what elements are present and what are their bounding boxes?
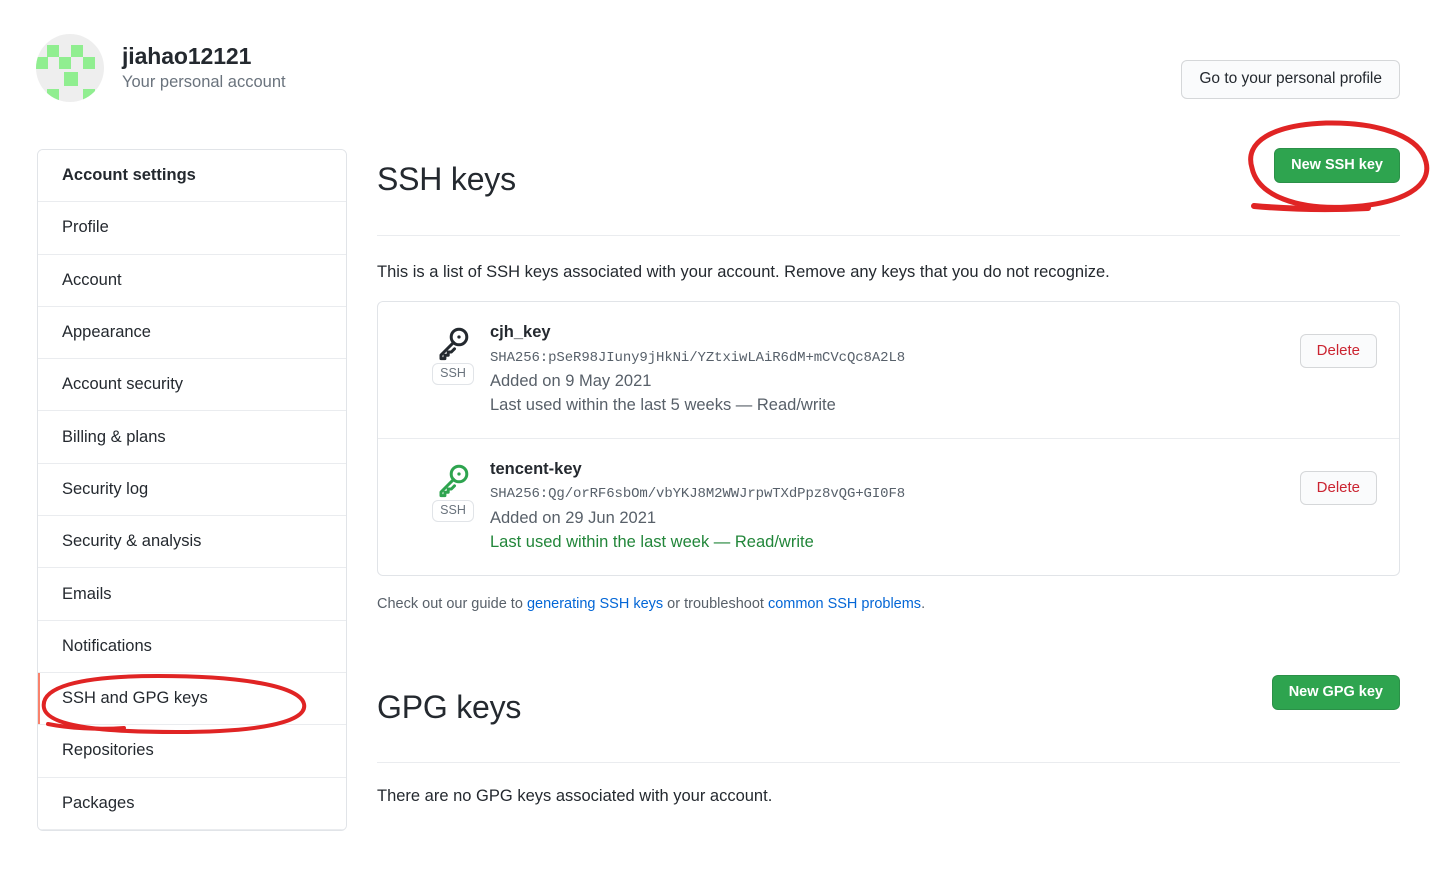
help-text-middle: or troubleshoot [663, 596, 768, 612]
ssh-key-fingerprint: SHA256:Qg/orRF6sbOm/vbYKJ8M2WWJrpwTXdPpz… [490, 484, 1300, 504]
sidebar-item-billing-and-plans[interactable]: Billing & plans [38, 411, 346, 463]
sidebar-item-label: Repositories [62, 741, 154, 760]
account-header: jiahao12121 Your personal account [36, 34, 286, 102]
sidebar-item-security-and-analysis[interactable]: Security & analysis [38, 516, 346, 568]
sidebar-item-appearance[interactable]: Appearance [38, 307, 346, 359]
gpg-keys-section: GPG keys New GPG key There are no GPG ke… [377, 667, 1400, 806]
key-icon [435, 325, 471, 361]
ssh-key-fingerprint: SHA256:pSeR98JIuny9jHkNi/YZtxiwLAiR6dM+m… [490, 348, 1300, 368]
ssh-key-name: tencent-key [490, 459, 1300, 480]
ssh-key-details: tencent-key SHA256:Qg/orRF6sbOm/vbYKJ8M2W… [484, 459, 1300, 555]
identicon-avatar [36, 34, 104, 102]
ssh-protocol-tag: SSH [432, 363, 474, 385]
ssh-keys-help-text: Check out our guide to generating SSH ke… [377, 594, 1400, 616]
sidebar-item-account-settings[interactable]: Account settings [38, 150, 346, 202]
help-text-suffix: . [921, 596, 925, 612]
key-icon [435, 462, 471, 498]
sidebar-item-label: Profile [62, 218, 109, 237]
ssh-key-last-used: Last used within the last 5 weeks — Read… [490, 394, 1300, 418]
sidebar-item-account[interactable]: Account [38, 255, 346, 307]
delete-ssh-key-button[interactable]: Delete [1300, 471, 1377, 505]
ssh-key-row: SSH tencent-key SHA256:Qg/orRF6sbOm/vbYKJ8… [378, 439, 1399, 575]
account-settings-sidebar: Account settings Profile Account Appearance… [37, 149, 347, 831]
sidebar-item-label: Emails [62, 585, 112, 604]
account-username: jiahao12121 [122, 43, 286, 71]
sidebar-item-label: Packages [62, 794, 134, 813]
sidebar-item-label: Security & analysis [62, 532, 201, 551]
new-ssh-key-button[interactable]: New SSH key [1274, 148, 1400, 183]
ssh-keys-title: SSH keys [377, 161, 516, 199]
sidebar-item-label: Account security [62, 375, 183, 394]
ssh-keys-description: This is a list of SSH keys associated wi… [377, 260, 1400, 285]
sidebar-item-label: Account [62, 271, 122, 290]
sidebar-item-notifications[interactable]: Notifications [38, 621, 346, 673]
ssh-key-row: SSH cjh_key SHA256:pSeR98JIuny9jHkNi/YZtxi… [378, 302, 1399, 439]
sidebar-item-packages[interactable]: Packages [38, 778, 346, 830]
ssh-key-badge: SSH [422, 459, 484, 522]
ssh-keys-list: SSH cjh_key SHA256:pSeR98JIuny9jHkNi/YZtxi… [377, 301, 1400, 575]
sidebar-item-label: Billing & plans [62, 428, 166, 447]
sidebar-item-label: Security log [62, 480, 148, 499]
ssh-key-details: cjh_key SHA256:pSeR98JIuny9jHkNi/YZtxiwLA… [484, 322, 1300, 418]
sidebar-item-label: Notifications [62, 637, 152, 656]
sidebar-item-ssh-and-gpg-keys[interactable]: SSH and GPG keys [38, 673, 346, 725]
gpg-keys-header: GPG keys New GPG key [377, 667, 1400, 763]
new-gpg-key-button[interactable]: New GPG key [1272, 675, 1400, 710]
ssh-keys-section: SSH keys New SSH key This is a list of S… [377, 140, 1400, 615]
sidebar-item-label: Appearance [62, 323, 151, 342]
sidebar-item-security-log[interactable]: Security log [38, 464, 346, 516]
sidebar-item-repositories[interactable]: Repositories [38, 725, 346, 777]
sidebar-item-emails[interactable]: Emails [38, 568, 346, 620]
account-subtitle: Your personal account [122, 71, 286, 93]
main-content: SSH keys New SSH key This is a list of S… [377, 140, 1400, 822]
sidebar-item-profile[interactable]: Profile [38, 202, 346, 254]
ssh-protocol-tag: SSH [432, 500, 474, 522]
sidebar-item-label: SSH and GPG keys [62, 689, 208, 708]
generating-ssh-keys-link[interactable]: generating SSH keys [527, 596, 663, 612]
go-to-personal-profile-button[interactable]: Go to your personal profile [1181, 60, 1400, 99]
common-ssh-problems-link[interactable]: common SSH problems [768, 596, 921, 612]
ssh-key-badge: SSH [422, 322, 484, 385]
ssh-key-added-date: Added on 29 Jun 2021 [490, 507, 1300, 531]
gpg-keys-empty-message: There are no GPG keys associated with yo… [377, 787, 1400, 806]
ssh-keys-header: SSH keys New SSH key [377, 140, 1400, 236]
delete-ssh-key-button[interactable]: Delete [1300, 334, 1377, 368]
ssh-key-name: cjh_key [490, 322, 1300, 343]
sidebar-item-label: Account settings [62, 166, 196, 185]
ssh-key-added-date: Added on 9 May 2021 [490, 370, 1300, 394]
ssh-key-last-used: Last used within the last week — Read/wr… [490, 531, 1300, 555]
gpg-keys-title: GPG keys [377, 689, 521, 727]
sidebar-item-account-security[interactable]: Account security [38, 359, 346, 411]
help-text-prefix: Check out our guide to [377, 596, 527, 612]
